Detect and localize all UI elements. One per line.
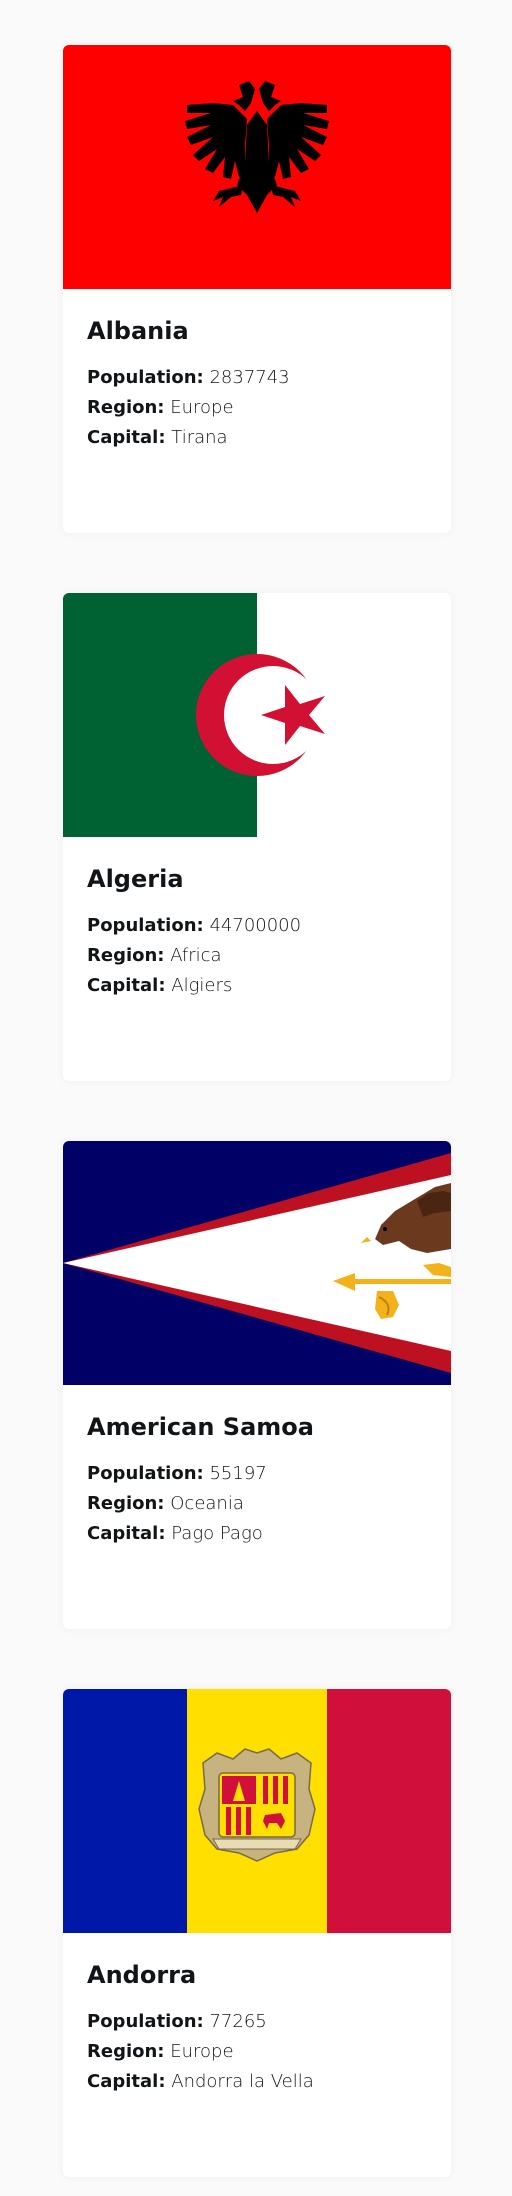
capital-label: Capital: (87, 975, 166, 996)
population-info: Population: 44700000 (87, 911, 427, 941)
region-label: Region: (87, 2041, 165, 2062)
capital-label: Capital: (87, 2071, 166, 2092)
population-label: Population: (87, 2011, 204, 2032)
country-name: American Samoa (87, 1413, 314, 1441)
population-label: Population: (87, 367, 204, 388)
region-info: Region: Europe (87, 393, 427, 423)
capital-value: Andorra la Vella (171, 2071, 314, 2092)
capital-info: Capital: Tirana (87, 423, 427, 453)
region-value: Oceania (170, 1493, 244, 1514)
population-value: 44700000 (209, 915, 302, 936)
population-info: Population: 2837743 (87, 363, 427, 393)
albania-flag-icon (63, 45, 451, 289)
capital-value: Algiers (171, 975, 233, 996)
region-value: Africa (170, 945, 222, 966)
country-card-american-samoa[interactable]: American Samoa Population: 55197 Region:… (63, 1141, 451, 1629)
country-name: Andorra (87, 1961, 197, 1989)
region-info: Region: Europe (87, 2037, 427, 2067)
capital-info: Capital: Andorra la Vella (87, 2067, 427, 2097)
region-label: Region: (87, 1493, 165, 1514)
country-name: Albania (87, 317, 189, 345)
region-value: Europe (170, 2041, 234, 2062)
capital-value: Pago Pago (171, 1523, 263, 1544)
capital-info: Capital: Algiers (87, 971, 427, 1001)
country-card-andorra[interactable]: Andorra Population: 77265 Region: Europe… (63, 1689, 451, 2177)
population-value: 77265 (209, 2011, 267, 2032)
andorra-flag-icon (63, 1689, 451, 1933)
capital-value: Tirana (171, 427, 228, 448)
capital-label: Capital: (87, 1523, 166, 1544)
region-label: Region: (87, 945, 165, 966)
country-card-albania[interactable]: Albania Population: 2837743 Region: Euro… (63, 45, 451, 533)
population-label: Population: (87, 915, 204, 936)
algeria-flag-icon (63, 593, 451, 837)
country-card-algeria[interactable]: Algeria Population: 44700000 Region: Afr… (63, 593, 451, 1081)
region-info: Region: Oceania (87, 1489, 427, 1519)
population-label: Population: (87, 1463, 204, 1484)
population-info: Population: 77265 (87, 2007, 427, 2037)
population-value: 2837743 (209, 367, 290, 388)
region-label: Region: (87, 397, 165, 418)
country-name: Algeria (87, 865, 184, 893)
capital-info: Capital: Pago Pago (87, 1519, 427, 1549)
capital-label: Capital: (87, 427, 166, 448)
region-value: Europe (170, 397, 234, 418)
population-value: 55197 (209, 1463, 267, 1484)
region-info: Region: Africa (87, 941, 427, 971)
population-info: Population: 55197 (87, 1459, 427, 1489)
american-samoa-flag-icon (63, 1141, 451, 1385)
